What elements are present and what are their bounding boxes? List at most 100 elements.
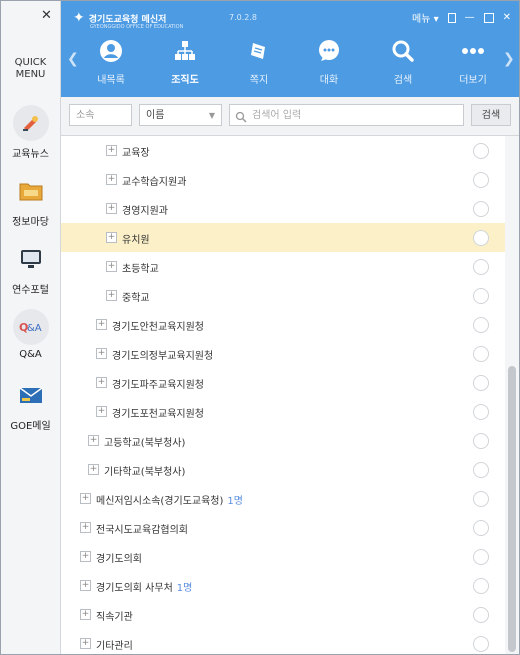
app-header: ✦ 경기도교육청 메신저 GYEONGGIDO OFFICE OF EDUCAT… [61,1,519,97]
quick-menu-close-icon[interactable]: ✕ [41,8,52,23]
tree-row-text: 경기도의정부교육지원청 [112,351,214,362]
select-radio[interactable] [473,433,489,449]
expand-icon[interactable]: + [88,464,99,475]
select-radio[interactable] [473,346,489,362]
tab-more[interactable]: 더보기 [443,39,503,86]
expand-icon[interactable]: + [96,377,107,388]
select-radio[interactable] [473,143,489,159]
tree-row[interactable]: + 교수학습지원과 [61,165,505,194]
tree-row-label: 경기도의회 사무처 1명 [96,579,192,594]
tree-row[interactable]: + 유치원 [61,223,505,252]
search-field-select[interactable]: 이름 ▼ [139,104,222,126]
expand-icon[interactable]: + [106,174,117,185]
scope-field[interactable]: 소속 [69,104,132,126]
select-radio[interactable] [473,317,489,333]
nav-next-icon[interactable]: ❯ [503,51,515,67]
tree-row[interactable]: + 경기도의회 사무처 1명 [61,571,505,600]
tree-row[interactable]: + 초등학교 [61,252,505,281]
select-radio[interactable] [473,636,489,652]
quick-item-qa[interactable]: Q &A Q&A [1,309,60,360]
quick-item-news[interactable]: 교육뉴스 [1,105,60,160]
tree-row-label: 경기도의회 [96,550,142,565]
app-title: 경기도교육청 메신저 [88,14,167,25]
scrollbar-thumb[interactable] [508,366,516,652]
keyword-input[interactable]: 검색어 입력 [229,104,464,126]
expand-icon[interactable]: + [96,406,107,417]
expand-icon[interactable]: + [80,580,91,591]
select-radio[interactable] [473,462,489,478]
org-chart-icon [173,39,197,63]
select-radio[interactable] [473,172,489,188]
tab-chat[interactable]: 대화 [299,39,359,86]
tree-row[interactable]: + 기타관리 [61,629,505,654]
select-radio[interactable] [473,607,489,623]
quick-item-info[interactable]: 정보마당 [1,173,60,228]
expand-icon[interactable]: + [96,348,107,359]
expand-icon[interactable]: + [80,522,91,533]
expand-icon[interactable]: + [88,435,99,446]
quick-item-mail[interactable]: GOE메일 [1,377,60,432]
tree-row[interactable]: + 경기도의회 [61,542,505,571]
select-radio[interactable] [473,578,489,594]
select-radio[interactable] [473,520,489,536]
expand-icon[interactable]: + [80,638,91,649]
select-radio[interactable] [473,230,489,246]
svg-text:&A: &A [27,323,42,334]
tab-label: 조직도 [171,75,199,86]
tab-org-chart[interactable]: 조직도 [155,39,215,86]
tree-row[interactable]: + 교육장 [61,136,505,165]
tree-row-label: 직속기관 [96,608,133,623]
tab-my-list[interactable]: 내목록 [81,39,141,86]
select-radio[interactable] [473,375,489,391]
logo-star-icon: ✦ [73,10,85,26]
close-icon[interactable]: ✕ [503,12,511,23]
nav-prev-icon[interactable]: ❮ [67,51,79,67]
expand-icon[interactable]: + [106,203,117,214]
tree-row-label: 유치원 [122,231,150,246]
mail-icon [13,377,49,413]
tree-row-text: 전국시도교육감협의회 [96,525,188,536]
expand-icon[interactable]: + [80,551,91,562]
tab-label: 쪽지 [249,75,269,86]
tree-row-text: 경기도안천교육지원청 [112,322,204,333]
pin-icon[interactable] [447,12,456,23]
quick-item-training[interactable]: 연수포털 [1,241,60,296]
select-radio[interactable] [473,288,489,304]
expand-icon[interactable]: + [106,145,117,156]
org-tree: + 기타관리 + 직속기관 + 경기도의회 사무처 1명 + 경기도의회 + 전국시도교육감협의회 +… [61,136,519,654]
search-icon [391,39,415,63]
tree-row-text: 중학교 [122,293,150,304]
tree-row[interactable]: + 경기도포천교육지원청 [61,397,505,426]
tree-row[interactable]: + 경영지원과 [61,194,505,223]
tree-row-label: 고등학교(북부청사) [104,434,185,449]
expand-icon[interactable]: + [106,232,117,243]
tree-row[interactable]: + 경기도파주교육지원청 [61,368,505,397]
tree-row-text: 경기도의회 [96,554,142,565]
tab-search[interactable]: 검색 [373,39,433,86]
tree-row[interactable]: + 전국시도교육감협의회 [61,513,505,542]
expand-icon[interactable]: + [96,319,107,330]
expand-icon[interactable]: + [80,609,91,620]
tree-row[interactable]: + 기타학교(북부청사) [61,455,505,484]
tree-row[interactable]: + 고등학교(북부청사) [61,426,505,455]
menu-button[interactable]: 메뉴 ▾ [412,10,439,25]
select-radio[interactable] [473,404,489,420]
search-button[interactable]: 검색 [471,104,511,126]
folder-icon [13,173,49,209]
tree-row[interactable]: + 경기도안천교육지원청 [61,310,505,339]
tab-notes[interactable]: 쪽지 [229,39,289,86]
tree-row[interactable]: + 중학교 [61,281,505,310]
expand-icon[interactable]: + [106,290,117,301]
expand-icon[interactable]: + [106,261,117,272]
tree-row[interactable]: + 경기도의정부교육지원청 [61,339,505,368]
tree-row[interactable]: + 직속기관 [61,600,505,629]
minimize-icon[interactable]: — [465,12,475,23]
select-radio[interactable] [473,491,489,507]
tree-row[interactable]: + 메신저임시소속(경기도교육청) 1명 [61,484,505,513]
select-radio[interactable] [473,201,489,217]
tree-row-text: 메신저임시소속(경기도교육청) [96,496,224,507]
expand-icon[interactable]: + [80,493,91,504]
select-radio[interactable] [473,259,489,275]
select-radio[interactable] [473,549,489,565]
maximize-icon[interactable] [483,12,494,23]
